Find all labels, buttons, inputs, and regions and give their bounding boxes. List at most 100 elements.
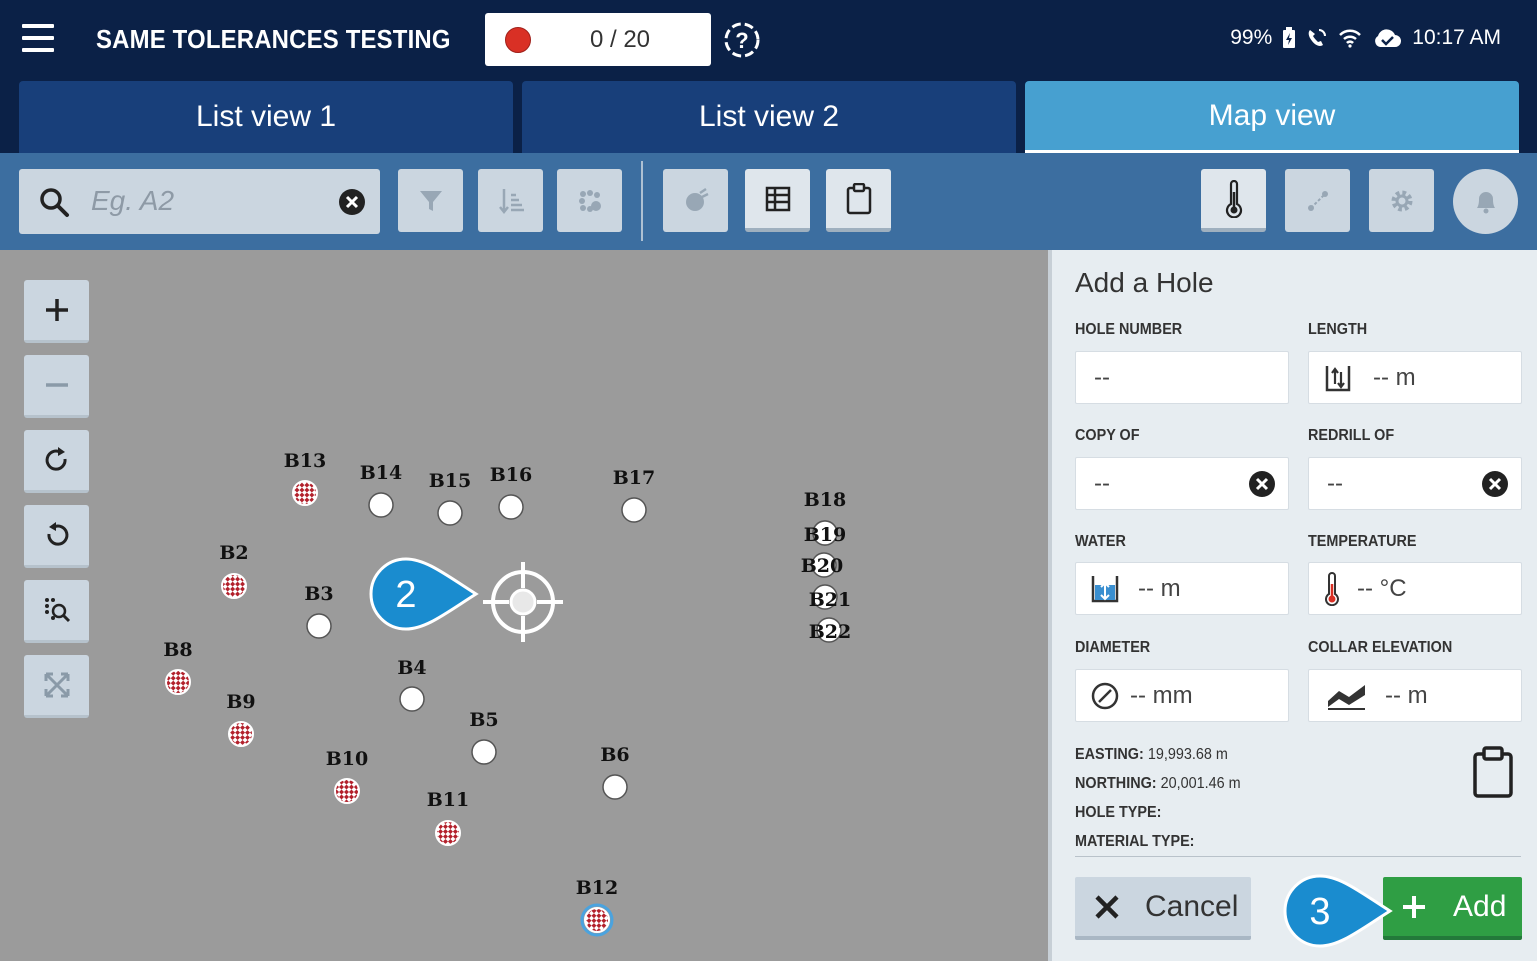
hole-marker[interactable]: B20 — [801, 552, 844, 578]
hole-dot[interactable] — [437, 500, 463, 526]
easting-label: EASTING: — [1075, 746, 1144, 763]
clipboard-button[interactable] — [826, 169, 891, 232]
hole-label: B14 — [360, 462, 403, 484]
hole-plot: B13 B14 B15 B16 B17 B18 B19 B20 B21 B22 B2 B3 B8 B9 B4… — [163, 450, 852, 937]
locate-button[interactable] — [663, 169, 728, 232]
clear-copy-of-icon[interactable] — [1248, 470, 1276, 498]
hole-dot[interactable] — [292, 480, 318, 506]
length-icon — [1323, 362, 1353, 394]
material-type-info: MATERIAL TYPE: — [1075, 833, 1194, 851]
hole-dot[interactable] — [165, 669, 191, 695]
toolbar-divider — [641, 161, 643, 241]
tab-list-view-2[interactable]: List view 2 — [522, 81, 1016, 153]
add-button[interactable]: Add — [1383, 877, 1522, 940]
filter-icon — [419, 190, 442, 211]
hole-marker[interactable]: B17 — [613, 467, 656, 523]
cluster-button[interactable] — [557, 169, 622, 232]
hole-dot[interactable] — [334, 778, 360, 804]
hole-dot[interactable] — [368, 492, 394, 518]
hole-number-value: -- — [1094, 363, 1110, 391]
easting-value: 19,993.68 m — [1147, 746, 1228, 763]
help-icon[interactable]: ? — [722, 20, 762, 60]
water-field[interactable]: -- m — [1075, 562, 1289, 615]
crosshair-target[interactable] — [483, 562, 563, 642]
hole-marker[interactable]: B9 — [226, 691, 256, 747]
hole-marker[interactable]: B3 — [304, 583, 334, 639]
hole-marker[interactable]: B14 — [360, 462, 403, 518]
callout-3: 3 — [1283, 874, 1393, 948]
filter-button[interactable] — [398, 169, 463, 232]
material-type-label: MATERIAL TYPE: — [1075, 833, 1195, 850]
hole-label: B3 — [304, 583, 333, 605]
hole-label: B8 — [163, 639, 192, 661]
grid-icon — [765, 186, 790, 211]
hole-dot[interactable] — [221, 573, 247, 599]
menu-icon[interactable] — [22, 24, 54, 52]
hole-dot[interactable] — [584, 907, 610, 933]
copy-coordinates-icon[interactable] — [1471, 746, 1515, 800]
clear-redrill-of-icon[interactable] — [1481, 470, 1509, 498]
measure-button[interactable] — [1285, 169, 1350, 232]
northing-label: NORTHING: — [1075, 775, 1157, 792]
hole-label: B9 — [226, 691, 255, 713]
collar-elevation-value: -- m — [1385, 681, 1428, 709]
hole-label: B12 — [576, 877, 619, 899]
hole-dot[interactable] — [399, 686, 425, 712]
hole-marker[interactable]: B19 — [804, 520, 847, 546]
progress-indicator[interactable]: 0 / 20 — [485, 13, 711, 66]
hole-label: B21 — [809, 589, 852, 611]
hole-dot[interactable] — [498, 494, 524, 520]
collar-elevation-field[interactable]: -- m — [1308, 669, 1522, 722]
diameter-field[interactable]: -- mm — [1075, 669, 1289, 722]
hole-marker[interactable]: B15 — [429, 470, 472, 526]
tab-map-view[interactable]: Map view — [1025, 81, 1519, 153]
map-canvas[interactable]: B13 B14 B15 B16 B17 B18 B19 B20 B21 B22 B2 B3 B8 B9 B4… — [0, 250, 1048, 961]
settings-button[interactable] — [1369, 169, 1434, 232]
hole-dot[interactable] — [435, 820, 461, 846]
copy-of-field[interactable]: -- — [1075, 457, 1289, 510]
hole-dot[interactable] — [306, 613, 332, 639]
hole-marker[interactable]: B8 — [163, 639, 193, 695]
sort-button[interactable] — [478, 169, 543, 232]
copy-of-label: COPY OF — [1075, 427, 1140, 444]
hole-dot[interactable] — [602, 774, 628, 800]
hole-marker[interactable]: B5 — [469, 709, 499, 765]
hole-label: B20 — [801, 555, 844, 577]
temperature-button[interactable] — [1201, 169, 1266, 232]
hole-dot[interactable] — [471, 739, 497, 765]
temperature-field[interactable]: -- °C — [1308, 562, 1522, 615]
tab-list-view-1[interactable]: List view 1 — [19, 81, 513, 153]
toolbar — [0, 153, 1537, 250]
record-dot-icon — [505, 27, 531, 53]
hole-dot[interactable] — [228, 721, 254, 747]
hole-marker[interactable]: B16 — [490, 464, 533, 520]
callout-number: 2 — [395, 574, 416, 616]
hole-marker[interactable]: B4 — [397, 657, 427, 712]
water-icon — [1090, 573, 1120, 605]
clear-search-icon[interactable] — [338, 188, 366, 216]
hole-marker[interactable]: B21 — [809, 584, 852, 611]
hole-label: B18 — [804, 489, 847, 511]
hole-marker[interactable]: B12 — [576, 877, 619, 937]
hole-dot[interactable] — [621, 497, 647, 523]
wifi-calling-icon — [1308, 29, 1327, 46]
hole-marker[interactable]: B22 — [809, 617, 852, 643]
status-bar: 99% 10:17 AM — [1230, 26, 1501, 50]
hole-marker[interactable]: B13 — [284, 450, 327, 506]
cloud-done-icon — [1375, 29, 1402, 47]
cancel-button[interactable]: Cancel — [1075, 877, 1251, 940]
add-hole-panel: Add a Hole HOLE NUMBER LENGTH -- -- m CO… — [1048, 250, 1537, 961]
hole-number-field[interactable]: -- — [1075, 351, 1289, 404]
hole-marker[interactable]: B6 — [600, 744, 630, 800]
search-input[interactable] — [91, 183, 321, 219]
notifications-button[interactable] — [1453, 169, 1518, 234]
hole-marker[interactable]: B2 — [219, 542, 249, 599]
grid-view-button[interactable] — [745, 169, 810, 232]
hole-marker[interactable]: B10 — [326, 748, 369, 804]
hole-label: B11 — [427, 789, 470, 811]
hole-marker[interactable]: B11 — [427, 789, 470, 846]
hole-label: B5 — [469, 709, 498, 731]
length-field[interactable]: -- m — [1308, 351, 1522, 404]
hole-label: B4 — [397, 657, 426, 679]
redrill-of-field[interactable]: -- — [1308, 457, 1522, 510]
